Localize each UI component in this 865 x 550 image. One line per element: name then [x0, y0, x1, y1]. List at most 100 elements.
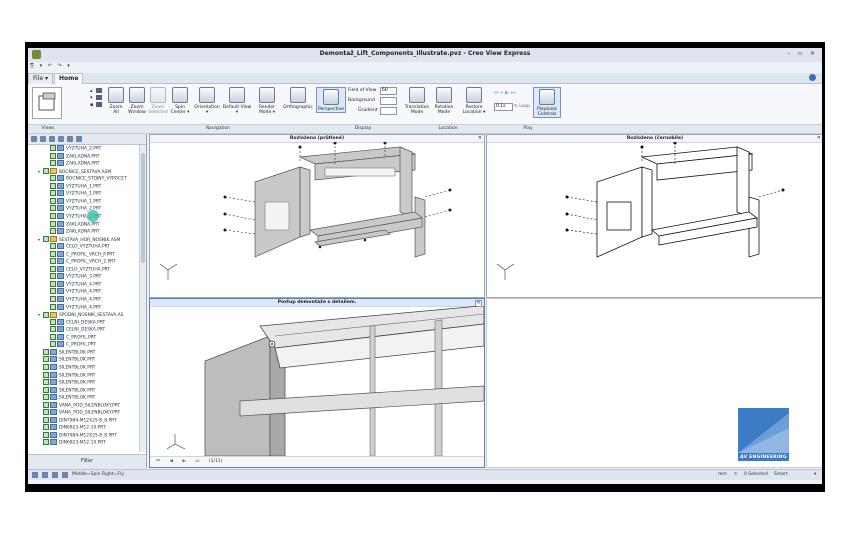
- tree-scrollbar-thumb[interactable]: [141, 153, 145, 263]
- visibility-checkbox[interactable]: [43, 236, 49, 243]
- visibility-checkbox[interactable]: [43, 356, 49, 363]
- filter-bar[interactable]: Filter: [28, 454, 146, 469]
- visibility-checkbox[interactable]: [50, 212, 56, 219]
- quick-access-toolbar[interactable]: ⎘ ▾ ↶ ↷ ▾: [30, 63, 72, 71]
- field-of-view-input[interactable]: 60: [380, 87, 397, 95]
- visibility-checkbox[interactable]: [43, 379, 49, 386]
- visibility-checkbox[interactable]: [50, 296, 56, 302]
- tab-file[interactable]: File ▾: [28, 73, 53, 84]
- tree-node[interactable]: VYZTUHA_4.PRT: [45, 296, 101, 303]
- status-tool-icon[interactable]: [52, 472, 58, 478]
- visibility-checkbox[interactable]: [50, 243, 56, 250]
- structure-tool-icon[interactable]: [76, 136, 82, 142]
- tree-node[interactable]: ZAKLADNA.PRT: [45, 152, 100, 160]
- structure-tool-icon[interactable]: [58, 136, 64, 142]
- tree-node[interactable]: ZAKLADNA.PRT: [45, 228, 100, 235]
- tree-node[interactable]: ZAKLADNA.PRT: [45, 160, 100, 167]
- zoom-all-button[interactable]: Zoom All: [107, 87, 125, 115]
- structure-tool-icon[interactable]: [31, 136, 37, 142]
- playback-controls-button[interactable]: Playback Controls: [533, 87, 561, 118]
- viewport-disassembly-detail[interactable]: Postup demontáže s detailem. ✕ ⏮ ◀ ▶ ⏭ (…: [149, 298, 485, 468]
- visibility-checkbox[interactable]: [50, 145, 56, 151]
- tree-node[interactable]: DIN7984-M12X25-8_8.PRT: [38, 416, 117, 424]
- playbar-first-button[interactable]: ⏮: [156, 459, 160, 464]
- help-icon[interactable]: [809, 74, 816, 81]
- visibility-checkbox[interactable]: [50, 265, 56, 272]
- views-arrows[interactable]: ▴ ▾ ▪: [90, 88, 93, 109]
- visibility-checkbox[interactable]: [43, 439, 49, 446]
- perspective-button[interactable]: Perspective: [316, 87, 346, 113]
- visibility-checkbox[interactable]: [50, 258, 56, 265]
- tree-node[interactable]: SILENTBLOK.PRT: [38, 386, 95, 394]
- visibility-checkbox[interactable]: [50, 228, 56, 235]
- visibility-checkbox[interactable]: [43, 371, 49, 378]
- tree-node[interactable]: CELO_VYZTUHA.PRT: [45, 243, 110, 250]
- visibility-checkbox[interactable]: [50, 333, 56, 340]
- tree-node[interactable]: CELNI_DESKA.PRT: [45, 326, 105, 333]
- viewport-exploded-transparent[interactable]: Rozloženo (průtlené) ✕: [149, 134, 485, 298]
- visibility-checkbox[interactable]: [43, 168, 49, 175]
- tab-home[interactable]: Home: [54, 73, 84, 84]
- tree-node[interactable]: VYZTUHA_1.PRT: [45, 197, 101, 205]
- spin-center-button[interactable]: Spin Center ▾: [170, 87, 190, 115]
- visibility-checkbox[interactable]: [50, 175, 56, 182]
- tree-node[interactable]: DIN7984-M12X25-8_8.PRT: [38, 431, 117, 439]
- selection-filter-icon[interactable]: ⧖: [734, 470, 737, 480]
- visibility-checkbox[interactable]: [43, 348, 49, 355]
- viewport-close-button[interactable]: ✕: [478, 135, 482, 142]
- visibility-checkbox[interactable]: [50, 318, 56, 325]
- tree-node[interactable]: VYZTUHA_4.PRT: [45, 280, 101, 288]
- visibility-checkbox[interactable]: [50, 273, 56, 280]
- loop-toggle[interactable]: ↻ Loop: [514, 104, 530, 109]
- tree-node[interactable]: ▾ BOCNICE_SESTAVA.ASM: [38, 168, 111, 175]
- structure-tool-icon[interactable]: [67, 136, 73, 142]
- tree-node[interactable]: ▾ SPODNI_NOSNIK_SESTAVA.AS: [38, 311, 123, 318]
- visibility-checkbox[interactable]: [50, 341, 56, 348]
- play-speed-select[interactable]: 0.1s: [494, 103, 513, 111]
- zoom-window-button[interactable]: Zoom Window: [127, 87, 147, 115]
- tree-node[interactable]: C_PROFIL.PRT: [45, 333, 96, 341]
- orthographic-button[interactable]: Orthographic: [283, 87, 313, 110]
- tree-node[interactable]: SILENTBLOK.PRT: [38, 348, 95, 356]
- chevron-down-icon[interactable]: ▾: [814, 470, 816, 480]
- tree-node[interactable]: DIN6923-M12-10.PRT: [38, 424, 106, 431]
- tree-node[interactable]: SILENTBLOK.PRT: [38, 371, 95, 379]
- tree-node[interactable]: VYZTUHA_4.PRT: [45, 303, 101, 311]
- views-list-icon[interactable]: [96, 88, 103, 114]
- rotation-mode-button[interactable]: Rotation Mode: [432, 87, 456, 115]
- status-tool-icon[interactable]: [32, 472, 38, 478]
- translation-mode-button[interactable]: Translation Mode: [404, 87, 430, 115]
- tree-node[interactable]: SILENTBLOK.PRT: [38, 394, 95, 401]
- playbar-last-button[interactable]: ⏭: [195, 459, 199, 464]
- tree-node[interactable]: CELO_VYZTUHA.PRT: [45, 265, 110, 273]
- selection-mode[interactable]: Smart: [774, 470, 788, 480]
- viewport-close-button[interactable]: ✕: [817, 135, 821, 142]
- render-mode-button[interactable]: Render Mode ▾: [256, 87, 278, 115]
- background-color-picker[interactable]: [380, 97, 397, 105]
- window-controls[interactable]: – ▫ ✕: [787, 50, 818, 57]
- tree-node[interactable]: VANA_POD_SILENBLOKY.PRT: [38, 401, 120, 409]
- viewport-empty[interactable]: AV ENGINEERING: [486, 298, 822, 468]
- visibility-checkbox[interactable]: [43, 311, 49, 318]
- visibility-checkbox[interactable]: [43, 363, 49, 370]
- tree-node[interactable]: SILENTBLOK.PRT: [38, 363, 95, 371]
- visibility-checkbox[interactable]: [50, 303, 56, 310]
- visibility-checkbox[interactable]: [50, 182, 56, 189]
- tree-node[interactable]: VYZTUHA_3.PRT: [45, 273, 101, 280]
- tree-node[interactable]: SILENTBLOK.PRT: [38, 379, 95, 386]
- visibility-checkbox[interactable]: [50, 220, 56, 227]
- status-tool-icon[interactable]: [42, 472, 48, 478]
- tree-node[interactable]: VYZTUHA_2.PRT: [45, 145, 101, 152]
- default-view-button[interactable]: Default View ▾: [222, 87, 252, 115]
- visibility-checkbox[interactable]: [43, 424, 49, 431]
- tree-node[interactable]: VANA_POD_SILENBLOKY.PRT: [38, 409, 120, 416]
- fast-forward-icon[interactable]: ⏭: [511, 90, 518, 96]
- visibility-checkbox[interactable]: [50, 326, 56, 333]
- visibility-checkbox[interactable]: [50, 160, 56, 167]
- tree-node[interactable]: VYZTUHA_1.PRT: [45, 190, 101, 197]
- unit-readout[interactable]: mm: [718, 470, 727, 480]
- visibility-checkbox[interactable]: [43, 431, 49, 438]
- tree-node[interactable]: VYZTUHA_4.PRT: [45, 288, 101, 295]
- tree-node[interactable]: C_PROFIL_VRCH_P.PRT: [45, 250, 115, 258]
- gradient-color-picker[interactable]: [380, 107, 397, 115]
